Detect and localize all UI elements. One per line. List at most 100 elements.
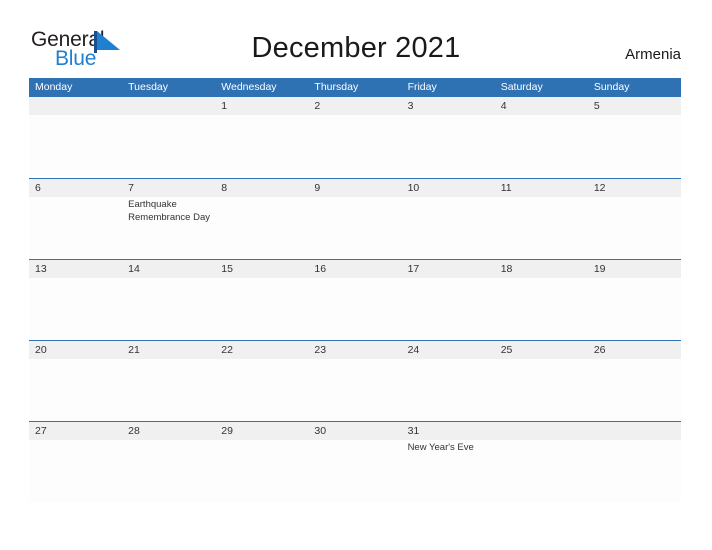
day-cell-1[interactable] [215, 115, 308, 177]
page-title: December 2021 [251, 32, 461, 64]
day-number-28[interactable]: 28 [122, 422, 215, 440]
day-number-12[interactable]: 12 [588, 179, 681, 197]
week-date-band: 20 21 22 23 24 25 26 [29, 341, 681, 359]
weekday-header-tuesday: Tuesday [128, 81, 169, 93]
day-cell-8[interactable] [215, 197, 308, 259]
day-number-18[interactable]: 18 [495, 260, 588, 278]
day-number-15[interactable]: 15 [215, 260, 308, 278]
page-header: General Blue December 2021 Armenia [0, 0, 712, 78]
day-number-empty [29, 97, 122, 115]
day-number-30[interactable]: 30 [308, 422, 401, 440]
day-number-24[interactable]: 24 [402, 341, 495, 359]
day-cell-16[interactable] [308, 278, 401, 340]
day-cell-empty [588, 440, 681, 502]
calendar-week-row: 6 7 8 9 10 11 12 Earthquake Remembrance Day [29, 178, 681, 259]
week-events-band: New Year's Eve [29, 440, 681, 502]
week-date-band: 27 28 29 30 31 [29, 422, 681, 440]
day-cell-3[interactable] [402, 115, 495, 177]
day-number-17[interactable]: 17 [402, 260, 495, 278]
day-cell-15[interactable] [215, 278, 308, 340]
day-cell-21[interactable] [122, 359, 215, 421]
week-date-band: 13 14 15 16 17 18 19 [29, 260, 681, 278]
day-number-10[interactable]: 10 [402, 179, 495, 197]
calendar-week-row: 27 28 29 30 31 New Year's Eve [29, 421, 681, 502]
event-label: New Year's Eve [407, 442, 474, 453]
day-cell-6[interactable] [29, 197, 122, 259]
day-number-16[interactable]: 16 [308, 260, 401, 278]
day-number-25[interactable]: 25 [495, 341, 588, 359]
weekday-header-monday: Monday [35, 81, 73, 93]
weekday-header-row: Monday Tuesday Wednesday Thursday Friday Satu… [29, 78, 681, 97]
day-cell-empty [122, 115, 215, 177]
day-number-29[interactable]: 29 [215, 422, 308, 440]
day-number-empty [495, 422, 588, 440]
day-cell-5[interactable] [588, 115, 681, 177]
day-number-4[interactable]: 4 [495, 97, 588, 115]
day-number-2[interactable]: 2 [308, 97, 401, 115]
day-number-20[interactable]: 20 [29, 341, 122, 359]
day-cell-12[interactable] [588, 197, 681, 259]
day-cell-10[interactable] [402, 197, 495, 259]
day-number-3[interactable]: 3 [402, 97, 495, 115]
calendar-week-row: 12345 [29, 97, 681, 178]
day-number-11[interactable]: 11 [495, 179, 588, 197]
day-number-6[interactable]: 6 [29, 179, 122, 197]
week-events-band: Earthquake Remembrance Day [29, 197, 681, 259]
day-cell-27[interactable] [29, 440, 122, 502]
day-cell-23[interactable] [308, 359, 401, 421]
calendar-grid: Monday Tuesday Wednesday Thursday Friday Satu… [29, 78, 681, 502]
day-number-8[interactable]: 8 [215, 179, 308, 197]
event-label: Earthquake Remembrance Day [128, 199, 210, 223]
day-cell-2[interactable] [308, 115, 401, 177]
day-cell-9[interactable] [308, 197, 401, 259]
weekday-header-sunday: Sunday [593, 81, 630, 93]
day-cell-17[interactable] [402, 278, 495, 340]
day-cell-14[interactable] [122, 278, 215, 340]
week-date-band: 6 7 8 9 10 11 12 [29, 179, 681, 197]
day-cell-13[interactable] [29, 278, 122, 340]
day-cell-4[interactable] [495, 115, 588, 177]
day-cell-24[interactable] [402, 359, 495, 421]
day-cell-empty [495, 440, 588, 502]
day-cell-30[interactable] [308, 440, 401, 502]
day-number-5[interactable]: 5 [588, 97, 681, 115]
day-cell-empty [29, 115, 122, 177]
weekday-header-friday: Friday [407, 81, 437, 93]
calendar-week-row: 13 14 15 16 17 18 19 [29, 259, 681, 340]
day-number-1[interactable]: 1 [215, 97, 308, 115]
calendar-week-row: 20 21 22 23 24 25 26 [29, 340, 681, 421]
day-number-21[interactable]: 21 [122, 341, 215, 359]
weekday-header-wednesday: Wednesday [221, 81, 277, 93]
day-cell-29[interactable] [215, 440, 308, 502]
day-cell-11[interactable] [495, 197, 588, 259]
day-cell-7[interactable]: Earthquake Remembrance Day [122, 197, 215, 259]
day-number-empty [122, 97, 215, 115]
day-number-14[interactable]: 14 [122, 260, 215, 278]
day-number-7[interactable]: 7 [122, 179, 215, 197]
day-number-26[interactable]: 26 [588, 341, 681, 359]
country-label: Armenia [625, 46, 681, 63]
day-number-empty [588, 422, 681, 440]
weekday-header-thursday: Thursday [314, 81, 359, 93]
day-cell-25[interactable] [495, 359, 588, 421]
day-number-31[interactable]: 31 [402, 422, 495, 440]
week-events-band [29, 115, 681, 177]
day-cell-22[interactable] [215, 359, 308, 421]
day-cell-31[interactable]: New Year's Eve [402, 440, 495, 502]
day-cell-18[interactable] [495, 278, 588, 340]
day-cell-20[interactable] [29, 359, 122, 421]
day-cell-26[interactable] [588, 359, 681, 421]
day-number-27[interactable]: 27 [29, 422, 122, 440]
week-events-band [29, 278, 681, 340]
day-number-22[interactable]: 22 [215, 341, 308, 359]
weekday-header-saturday: Saturday [500, 81, 543, 93]
day-number-9[interactable]: 9 [308, 179, 401, 197]
calendar-weeks: 1 2 3 4 5 6 7 8 9 10 11 12 Earthquake Remembrance Da… [29, 97, 681, 502]
day-number-13[interactable]: 13 [29, 260, 122, 278]
week-date-band: 12345 [29, 97, 681, 115]
day-cell-28[interactable] [122, 440, 215, 502]
day-number-19[interactable]: 19 [588, 260, 681, 278]
day-number-23[interactable]: 23 [308, 341, 401, 359]
day-cell-19[interactable] [588, 278, 681, 340]
week-events-band [29, 359, 681, 421]
